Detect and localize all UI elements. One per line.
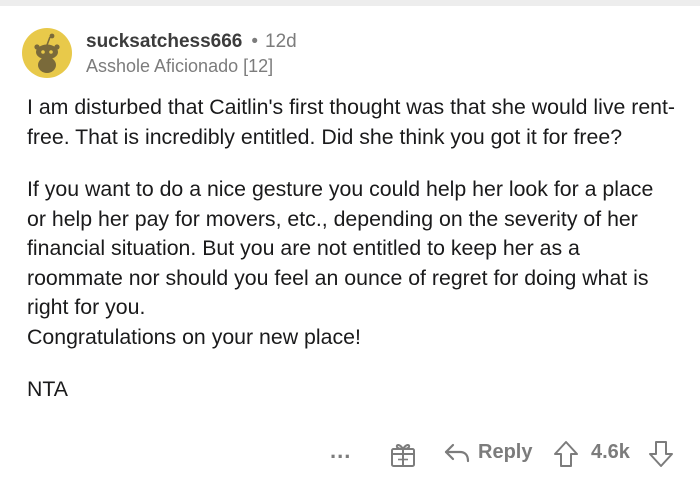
more-options-icon[interactable]: ... bbox=[330, 440, 351, 462]
author-username[interactable]: sucksatchess666 bbox=[86, 31, 242, 52]
comment-paragraph: If you want to do a nice gesture you cou… bbox=[27, 177, 654, 349]
downvote-arrow-icon[interactable] bbox=[648, 440, 674, 468]
gift-award-icon[interactable] bbox=[390, 440, 416, 468]
comment-body: I am disturbed that Caitlin's first thou… bbox=[27, 93, 677, 405]
vote-score: 4.6k bbox=[591, 441, 630, 463]
user-flair: Asshole Aficionado [12] bbox=[86, 56, 274, 76]
snoo-avatar-icon[interactable] bbox=[22, 28, 72, 78]
comment-age: 12d bbox=[265, 31, 297, 52]
comment-paragraph: I am disturbed that Caitlin's first thou… bbox=[27, 95, 676, 149]
top-divider bbox=[0, 0, 700, 6]
comment-author-row: sucksatchess666 • 12d bbox=[86, 31, 297, 53]
upvote-arrow-icon[interactable] bbox=[553, 440, 579, 468]
meta-separator: • bbox=[251, 31, 258, 52]
comment-paragraph: NTA bbox=[27, 377, 69, 401]
reply-button[interactable]: Reply bbox=[478, 441, 532, 464]
reply-arrow-icon[interactable] bbox=[443, 442, 471, 464]
